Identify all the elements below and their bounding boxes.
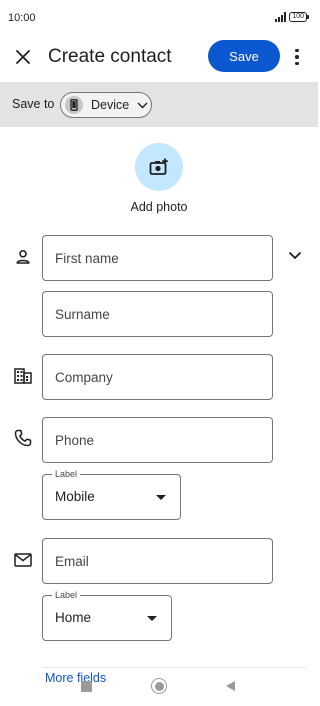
email-field[interactable]: Email bbox=[42, 538, 273, 584]
add-photo-button[interactable] bbox=[135, 143, 183, 191]
status-icons: 100 bbox=[275, 12, 309, 22]
home-button[interactable] bbox=[151, 678, 167, 694]
person-icon bbox=[12, 246, 34, 268]
signal-icon bbox=[275, 12, 287, 22]
phone-placeholder: Phone bbox=[55, 432, 95, 448]
phone-icon bbox=[12, 427, 34, 449]
dropdown-arrow-icon bbox=[147, 616, 157, 621]
first-name-field[interactable]: First name bbox=[42, 235, 273, 281]
home-icon bbox=[154, 681, 164, 691]
status-bar: 10:00 100 bbox=[0, 0, 318, 32]
email-label-value: Home bbox=[55, 610, 92, 625]
company-placeholder: Company bbox=[55, 369, 113, 385]
close-button[interactable] bbox=[10, 44, 36, 70]
email-label-legend: Label bbox=[52, 589, 81, 601]
back-button[interactable] bbox=[226, 681, 235, 691]
close-icon bbox=[16, 50, 30, 64]
battery-icon: 100 bbox=[289, 12, 309, 22]
system-nav-bar bbox=[0, 672, 318, 706]
status-time: 10:00 bbox=[8, 12, 36, 24]
divider bbox=[42, 667, 306, 668]
add-photo-icon bbox=[149, 158, 168, 175]
expand-name-button[interactable] bbox=[284, 244, 306, 266]
first-name-placeholder: First name bbox=[55, 250, 119, 266]
recents-button[interactable] bbox=[81, 681, 92, 692]
top-app-bar: Create contact Save bbox=[0, 34, 318, 78]
expand-icon bbox=[288, 251, 302, 259]
more-vert-icon bbox=[295, 48, 299, 53]
account-label: Device bbox=[91, 98, 130, 112]
mail-icon bbox=[12, 549, 34, 571]
save-to-bar: Save to Device bbox=[0, 82, 318, 127]
surname-field[interactable]: Surname bbox=[42, 291, 273, 337]
more-options-button[interactable] bbox=[288, 44, 306, 70]
phone-field[interactable]: Phone bbox=[42, 417, 273, 463]
battery-level: 100 bbox=[289, 12, 307, 22]
chevron-down-icon bbox=[137, 102, 148, 109]
page-title: Create contact bbox=[48, 46, 172, 67]
business-icon bbox=[12, 365, 34, 387]
account-selector-chip[interactable]: Device bbox=[60, 92, 152, 118]
phone-label-value: Mobile bbox=[55, 489, 95, 504]
email-label-dropdown[interactable]: Label Home bbox=[42, 589, 172, 641]
email-placeholder: Email bbox=[55, 553, 89, 569]
dropdown-arrow-icon bbox=[156, 495, 166, 500]
phone-device-icon bbox=[65, 96, 83, 114]
company-field[interactable]: Company bbox=[42, 354, 273, 400]
surname-placeholder: Surname bbox=[55, 306, 110, 322]
phone-label-dropdown[interactable]: Label Mobile bbox=[42, 468, 181, 520]
phone-label-legend: Label bbox=[52, 468, 81, 480]
save-button[interactable]: Save bbox=[208, 40, 280, 72]
add-photo-label: Add photo bbox=[130, 200, 188, 214]
save-to-label: Save to bbox=[12, 97, 55, 111]
